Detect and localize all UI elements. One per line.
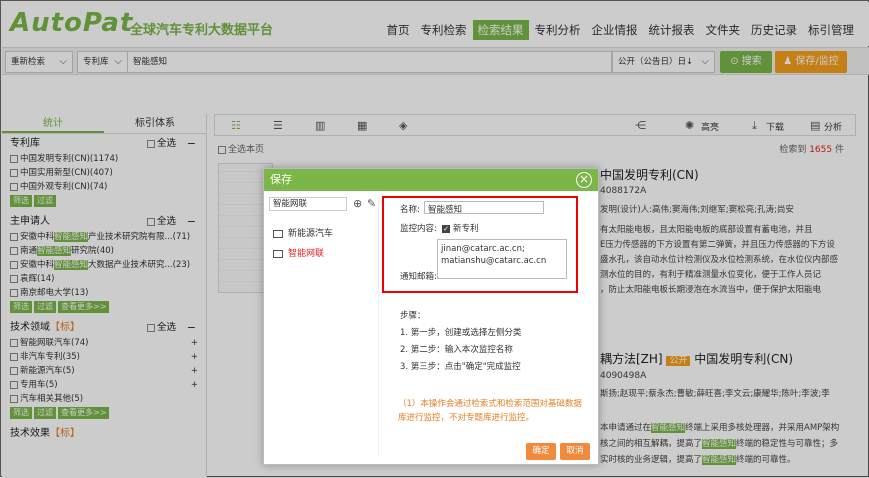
close-icon[interactable]: ×	[576, 172, 592, 188]
folder-label: 智能网联	[288, 249, 325, 259]
confirm-button[interactable]: 确定	[526, 443, 556, 460]
folder-search-input[interactable]: 智能网联	[269, 197, 347, 211]
monitor-checkbox[interactable]: ✓ 新专利	[442, 222, 479, 234]
monitor-option-label: 新专利	[453, 224, 479, 234]
cancel-button[interactable]: 取消	[560, 443, 590, 460]
step-text: 3. 第三步：点击"确定"完成监控	[400, 362, 521, 372]
step-text: 1. 第一步，创建或选择左侧分类	[400, 328, 522, 338]
app-frame: AutoPat 全球汽车专利大数据平台 首页 专利检索 检索结果 专利分析 企业…	[0, 0, 869, 478]
edit-icon[interactable]: ✎	[367, 197, 376, 210]
email-line: jinan@catarc.ac.cn;	[441, 244, 525, 254]
email-label: 通知邮箱:	[400, 272, 437, 282]
dialog-title: 保存	[270, 173, 292, 186]
warning-text: （1）本操作会通过检索式和检索范围对基础数据库进行监控，不对专题库进行监控。	[398, 399, 582, 423]
checkbox-checked-icon: ✓	[442, 224, 450, 233]
folder-panel: 智能网联 ⊕ ✎ 新能源汽车 智能网联	[269, 197, 379, 457]
steps-title: 步骤：	[400, 311, 426, 321]
save-dialog: 保存 × 智能网联 ⊕ ✎ 新能源汽车 智能网联 名称: 智能感知 监控内容: …	[263, 168, 599, 465]
dialog-header: 保存 ×	[264, 169, 598, 191]
email-line: matianshu@catarc.ac.cn	[441, 256, 547, 266]
step-text: 2. 第二步：输入本次监控名称	[400, 345, 513, 355]
monitor-label: 监控内容:	[400, 224, 437, 234]
add-folder-icon[interactable]: ⊕	[353, 197, 362, 210]
name-input[interactable]: 智能感知	[424, 201, 544, 215]
folder-label: 新能源汽车	[288, 229, 334, 239]
email-textarea[interactable]: jinan@catarc.ac.cn; matianshu@catarc.ac.…	[437, 239, 567, 279]
folder-item[interactable]: 新能源汽车	[273, 226, 333, 239]
folder-icon	[273, 249, 283, 258]
folder-icon	[273, 229, 283, 238]
folder-item-selected[interactable]: 智能网联	[273, 246, 324, 259]
name-label: 名称:	[400, 205, 420, 215]
